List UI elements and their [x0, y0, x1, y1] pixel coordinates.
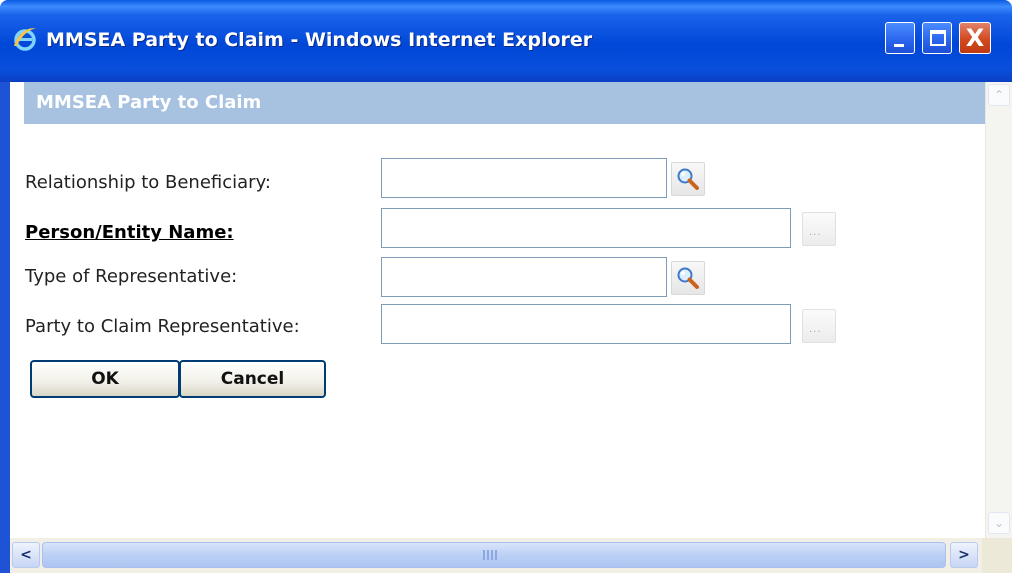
relationship-label: Relationship to Beneficiary:: [25, 172, 271, 193]
minimize-button[interactable]: [885, 22, 915, 54]
scrollbar-corner: [982, 538, 1012, 573]
close-icon: X: [965, 24, 985, 52]
cancel-button[interactable]: Cancel: [179, 360, 326, 398]
window-title: MMSEA Party to Claim - Windows Internet …: [46, 29, 593, 51]
scroll-down-icon[interactable]: ⌄: [988, 512, 1010, 534]
close-button[interactable]: X: [959, 22, 991, 54]
type-of-representative-label: Type of Representative:: [25, 266, 238, 287]
page-content: MMSEA Party to Claim Relationship to Ben…: [10, 82, 1012, 573]
panel-title: MMSEA Party to Claim: [36, 92, 262, 113]
ok-button[interactable]: OK: [30, 360, 180, 398]
type-of-representative-input[interactable]: [381, 257, 667, 297]
maximize-icon: [930, 30, 946, 46]
party-to-claim-representative-input[interactable]: [381, 304, 791, 344]
ie-logo-icon: [14, 28, 36, 51]
type-of-representative-lookup-button[interactable]: [671, 261, 705, 295]
scroll-right-icon[interactable]: >: [950, 542, 978, 568]
scroll-left-icon[interactable]: <: [12, 542, 40, 568]
party-to-claim-representative-label: Party to Claim Representative:: [25, 316, 300, 337]
party-to-claim-representative-browse-button[interactable]: ...: [802, 309, 836, 343]
person-entity-name-input[interactable]: [381, 208, 791, 248]
ellipsis-icon: ...: [809, 227, 822, 238]
vertical-scrollbar[interactable]: ⌃ ⌄: [985, 82, 1012, 538]
minimize-icon: [894, 44, 904, 47]
magnifier-icon: [677, 267, 699, 289]
magnifier-icon: [677, 168, 699, 190]
scroll-grip-icon: [483, 550, 499, 560]
relationship-lookup-button[interactable]: [671, 162, 705, 196]
scroll-thumb[interactable]: [42, 542, 946, 568]
scroll-up-icon[interactable]: ⌃: [988, 84, 1010, 106]
relationship-input[interactable]: [381, 158, 667, 198]
horizontal-scrollbar[interactable]: < >: [10, 538, 1012, 573]
browser-window: MMSEA Party to Claim - Windows Internet …: [0, 0, 1012, 573]
title-bar[interactable]: MMSEA Party to Claim - Windows Internet …: [0, 0, 1012, 82]
person-entity-browse-button[interactable]: ...: [802, 212, 836, 246]
panel-header: MMSEA Party to Claim: [24, 82, 992, 124]
ellipsis-icon: ...: [809, 324, 822, 335]
person-entity-name-label: Person/Entity Name:: [25, 222, 234, 243]
maximize-button[interactable]: [922, 22, 952, 54]
